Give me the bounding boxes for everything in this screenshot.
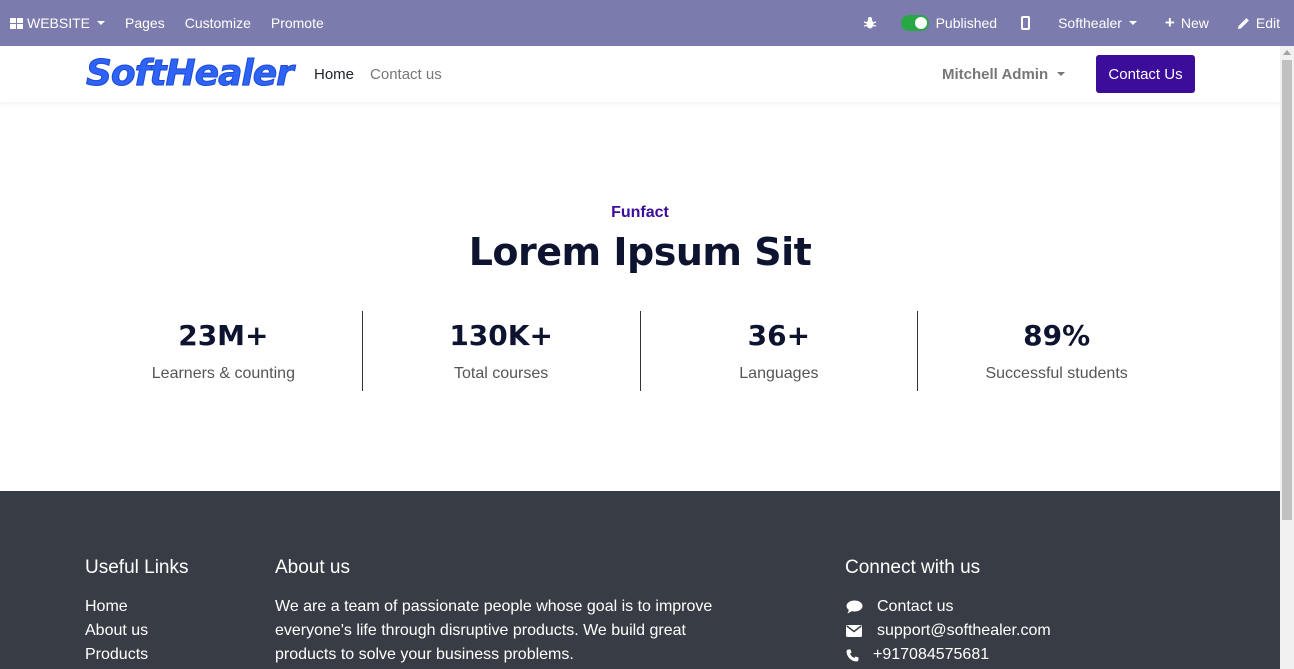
chevron-down-icon bbox=[1057, 72, 1066, 76]
stat-value: 89% bbox=[1023, 319, 1091, 352]
chevron-down-icon bbox=[97, 21, 106, 25]
connect-text: support@softhealer.com bbox=[877, 622, 1051, 639]
pencil-icon bbox=[1237, 17, 1249, 29]
footer-link-home[interactable]: Home bbox=[85, 595, 189, 619]
website-menu-label: WEBSITE bbox=[27, 15, 91, 31]
stat-value: 23M+ bbox=[178, 319, 269, 352]
page-scrollbar[interactable] bbox=[1280, 46, 1294, 669]
website-admin-bar: WEBSITE Pages Customize Promote Publishe… bbox=[0, 0, 1294, 46]
about-text-line: everyone's life through disruptive produ… bbox=[275, 622, 686, 639]
connect-item-contact[interactable]: Contact us bbox=[845, 595, 1051, 619]
publish-toggle[interactable]: Published bbox=[900, 0, 998, 46]
stat-value: 36+ bbox=[747, 319, 811, 352]
connect-text: +917084575681 bbox=[873, 646, 990, 663]
section-title: Lorem Ipsum Sit bbox=[468, 230, 812, 274]
company-switcher[interactable]: Softhealer bbox=[1058, 0, 1137, 46]
main-nav: Home Contact us bbox=[314, 46, 458, 102]
stat-item: 36+ Languages bbox=[639, 311, 918, 391]
section-eyebrow: Funfact bbox=[611, 204, 669, 221]
bug-icon bbox=[863, 17, 876, 29]
chevron-down-icon bbox=[1128, 21, 1137, 25]
scroll-up-arrow-icon[interactable] bbox=[1283, 50, 1291, 55]
website-menu-button[interactable]: WEBSITE bbox=[10, 0, 106, 46]
footer-heading: Useful Links bbox=[85, 557, 189, 578]
site-footer: Useful Links Home About us Products Abou… bbox=[0, 491, 1280, 669]
edit-button[interactable]: Edit bbox=[1237, 0, 1280, 46]
footer-connect: Connect with us Contact us support@softh… bbox=[845, 557, 1051, 667]
footer-link-about-us[interactable]: About us bbox=[85, 619, 189, 643]
footer-useful-links: Useful Links Home About us Products bbox=[85, 557, 189, 667]
nav-item-contact-us[interactable]: Contact us bbox=[370, 66, 442, 83]
stat-label: Total courses bbox=[453, 365, 549, 382]
footer-heading: About us bbox=[275, 557, 350, 578]
toggle-switch-icon bbox=[900, 15, 929, 31]
connect-text: Contact us bbox=[877, 598, 954, 615]
user-menu[interactable]: Mitchell Admin bbox=[942, 46, 1066, 102]
new-button[interactable]: + New bbox=[1165, 0, 1209, 46]
company-label: Softhealer bbox=[1058, 15, 1122, 31]
pages-menu[interactable]: Pages bbox=[125, 0, 165, 46]
mobile-icon bbox=[1021, 16, 1031, 30]
about-text-line: products to solve your business problems… bbox=[275, 646, 574, 663]
footer-heading: Connect with us bbox=[845, 557, 981, 578]
customize-menu[interactable]: Customize bbox=[185, 0, 251, 46]
nav-item-home[interactable]: Home bbox=[314, 66, 354, 83]
connect-item-email[interactable]: support@softhealer.com bbox=[845, 619, 1051, 643]
edit-label: Edit bbox=[1255, 15, 1280, 31]
stat-label: Successful students bbox=[985, 365, 1128, 382]
apps-grid-icon bbox=[10, 17, 23, 29]
stat-label: Learners & counting bbox=[151, 365, 295, 382]
comment-icon bbox=[845, 600, 863, 614]
stats-row: 23M+ Learners & counting 130K+ Total cou… bbox=[85, 311, 1195, 391]
phone-icon bbox=[845, 649, 859, 662]
stat-label: Languages bbox=[739, 365, 819, 382]
envelope-icon bbox=[845, 625, 863, 637]
footer-link-products[interactable]: Products bbox=[85, 643, 189, 667]
footer-about: About us We are a team of passionate peo… bbox=[275, 557, 745, 667]
published-label: Published bbox=[935, 15, 998, 31]
contact-us-button[interactable]: Contact Us bbox=[1096, 55, 1195, 93]
stat-item: 130K+ Total courses bbox=[361, 311, 640, 391]
debug-button[interactable] bbox=[863, 0, 877, 46]
stat-value: 130K+ bbox=[449, 319, 553, 352]
site-header: SoftHealer Home Contact us Mitchell Admi… bbox=[0, 46, 1280, 102]
new-label: New bbox=[1180, 15, 1209, 31]
plus-icon: + bbox=[1164, 13, 1175, 32]
connect-item-phone[interactable]: +917084575681 bbox=[845, 643, 1051, 667]
scrollbar-thumb[interactable] bbox=[1282, 60, 1292, 520]
site-logo[interactable]: SoftHealer bbox=[86, 53, 295, 94]
mobile-preview-button[interactable] bbox=[1021, 0, 1031, 46]
stat-item: 89% Successful students bbox=[917, 311, 1195, 391]
promote-menu[interactable]: Promote bbox=[271, 0, 324, 46]
stat-item: 23M+ Learners & counting bbox=[85, 311, 362, 391]
about-text-line: We are a team of passionate people whose… bbox=[275, 598, 713, 615]
user-name-label: Mitchell Admin bbox=[942, 65, 1049, 83]
